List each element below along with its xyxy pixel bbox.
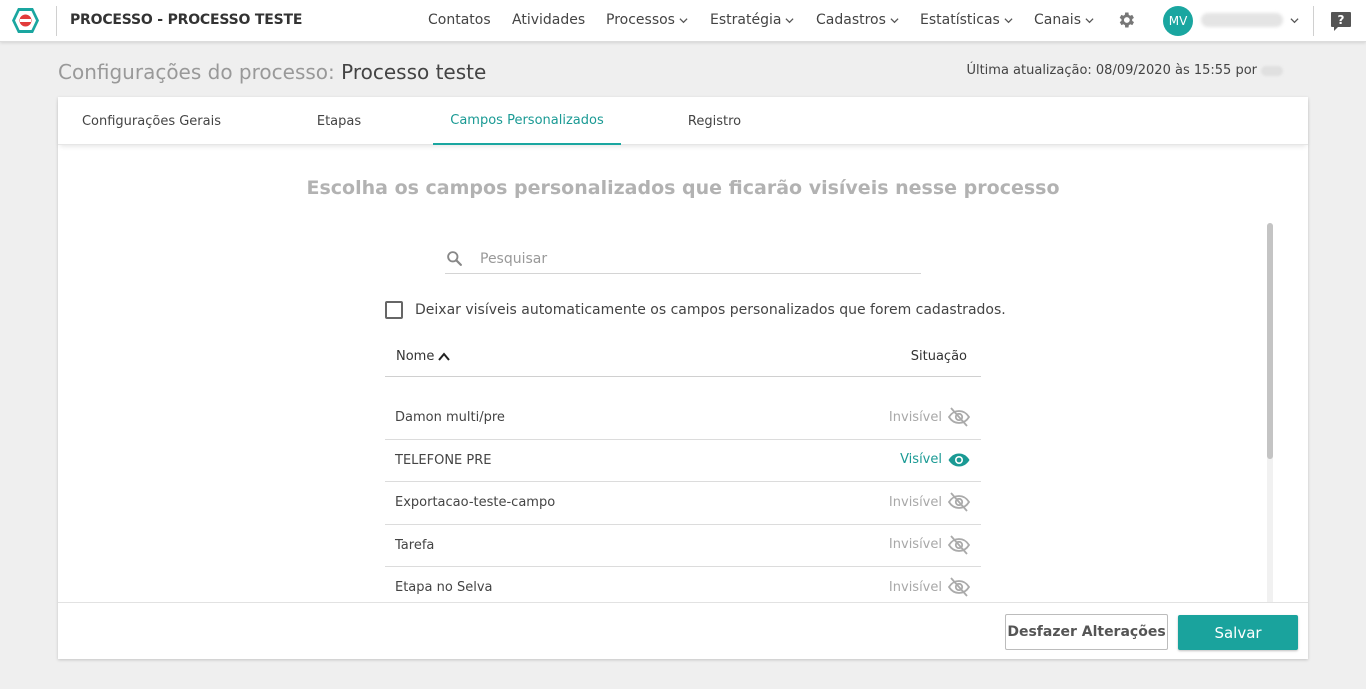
list-header: Nome Situação bbox=[385, 339, 981, 377]
page-title: Configurações do processo: Processo test… bbox=[58, 60, 486, 84]
visibility-status: Invisível bbox=[888, 537, 942, 552]
list-rows: Damon multi/pre Invisível TELEFONE PRE V… bbox=[385, 397, 981, 602]
search-icon bbox=[447, 251, 462, 266]
nav-item-cadastros[interactable]: Cadastros bbox=[816, 12, 899, 28]
scrollbar-thumb[interactable] bbox=[1267, 223, 1273, 459]
topbar-divider bbox=[1313, 6, 1314, 36]
eye-slash-icon bbox=[947, 492, 971, 512]
page-title-process-name: Processo teste bbox=[341, 60, 487, 84]
topbar-divider bbox=[56, 6, 57, 36]
user-menu-chevron-down-icon[interactable] bbox=[1290, 16, 1299, 25]
chevron-down-icon bbox=[785, 17, 794, 23]
user-name-redacted[interactable] bbox=[1201, 13, 1283, 27]
list-item: Tarefa Invisível bbox=[385, 525, 981, 567]
visibility-toggle[interactable]: Invisível bbox=[889, 577, 971, 597]
list-item: Damon multi/pre Invisível bbox=[385, 397, 981, 440]
visibility-status: Invisível bbox=[888, 494, 942, 510]
last-update-user-redacted bbox=[1261, 65, 1283, 76]
nav-item-contatos[interactable]: Contatos bbox=[428, 12, 491, 28]
auto-visible-label[interactable]: Deixar visíveis automaticamente os campo… bbox=[415, 302, 1006, 318]
panel-heading: Escolha os campos personalizados que fic… bbox=[306, 177, 1060, 199]
last-update-text: Última atualização: 08/09/2020 às 15:55 … bbox=[966, 63, 1257, 78]
nav-label: Atividades bbox=[512, 12, 586, 28]
undo-changes-button[interactable]: Desfazer Alterações bbox=[1005, 614, 1168, 650]
field-name: Etapa no Selva bbox=[395, 580, 493, 595]
chevron-down-icon bbox=[679, 17, 688, 23]
visibility-status: Invisível bbox=[888, 409, 942, 425]
nav-item-atividades[interactable]: Atividades bbox=[512, 12, 585, 28]
field-name: Tarefa bbox=[395, 537, 435, 553]
settings-card: Configurações Gerais Etapas Campos Perso… bbox=[58, 97, 1308, 659]
auto-visible-option: Deixar visíveis automaticamente os campo… bbox=[385, 301, 1006, 319]
tab-configuracoes-gerais[interactable]: Configurações Gerais bbox=[58, 97, 245, 145]
user-avatar[interactable]: MV bbox=[1163, 6, 1193, 36]
app-logo-icon[interactable] bbox=[11, 7, 40, 34]
visibility-status: Visível bbox=[900, 452, 942, 467]
nav-item-processos[interactable]: Processos bbox=[606, 12, 688, 28]
field-name: Damon multi/pre bbox=[395, 410, 505, 425]
custom-fields-list: Nome Situação Damon multi/pre Invisível … bbox=[385, 339, 981, 602]
search-input[interactable] bbox=[480, 248, 910, 270]
search-field bbox=[445, 245, 921, 274]
visibility-toggle[interactable]: Visível bbox=[900, 450, 971, 470]
eye-slash-icon bbox=[947, 534, 971, 555]
eye-slash-icon bbox=[947, 577, 971, 597]
column-name-label: Nome bbox=[396, 349, 435, 364]
list-item: Exportacao-teste-campo Invisível bbox=[385, 482, 981, 525]
tab-bar: Configurações Gerais Etapas Campos Perso… bbox=[58, 97, 1308, 145]
list-item: Etapa no Selva Invisível bbox=[385, 567, 981, 602]
card-footer: Desfazer Alterações Salvar bbox=[58, 602, 1308, 659]
tab-campos-personalizados[interactable]: Campos Personalizados bbox=[433, 97, 621, 145]
last-update-info: Última atualização: 08/09/2020 às 15:55 … bbox=[966, 63, 1283, 78]
page-title-prefix: Configurações do processo: bbox=[58, 60, 335, 84]
app-title: PROCESSO - PROCESSO TESTE bbox=[70, 12, 303, 28]
eye-icon bbox=[948, 453, 970, 466]
nav-label: Contatos bbox=[428, 12, 491, 28]
column-header-name[interactable]: Nome bbox=[396, 349, 451, 364]
vertical-scrollbar[interactable] bbox=[1267, 223, 1273, 602]
top-bar: PROCESSO - PROCESSO TESTE Contatos Ativi… bbox=[0, 0, 1366, 42]
tab-etapas[interactable]: Etapas bbox=[245, 97, 433, 145]
nav-label: Estratégia bbox=[710, 12, 782, 28]
nav-label: Estatísticas bbox=[920, 12, 1000, 28]
auto-visible-checkbox[interactable] bbox=[385, 301, 403, 319]
eye-slash-icon bbox=[947, 407, 971, 427]
chevron-down-icon bbox=[1004, 17, 1013, 23]
custom-fields-panel: Escolha os campos personalizados que fic… bbox=[58, 145, 1308, 602]
tab-registro[interactable]: Registro bbox=[621, 97, 808, 145]
gear-icon[interactable] bbox=[1116, 10, 1136, 30]
field-name: TELEFONE PRE bbox=[395, 452, 492, 468]
nav-item-canais[interactable]: Canais bbox=[1034, 12, 1094, 28]
field-name: Exportacao-teste-campo bbox=[395, 495, 556, 510]
sort-ascending-icon bbox=[438, 351, 451, 361]
save-button[interactable]: Salvar bbox=[1178, 615, 1298, 650]
nav-label: Processos bbox=[606, 12, 675, 28]
help-chat-icon[interactable]: ? bbox=[1329, 9, 1353, 33]
column-header-status: Situação bbox=[910, 349, 967, 364]
visibility-toggle[interactable]: Invisível bbox=[889, 407, 971, 427]
list-item: TELEFONE PRE Visível bbox=[385, 440, 981, 482]
visibility-toggle[interactable]: Invisível bbox=[888, 534, 971, 555]
visibility-status: Invisível bbox=[888, 579, 942, 595]
svg-text:?: ? bbox=[1338, 13, 1345, 27]
nav-label: Cadastros bbox=[816, 12, 886, 28]
visibility-toggle[interactable]: Invisível bbox=[889, 492, 971, 512]
chevron-down-icon bbox=[890, 17, 899, 23]
chevron-down-icon bbox=[1085, 17, 1094, 23]
nav-item-estatisticas[interactable]: Estatísticas bbox=[920, 12, 1013, 28]
nav-item-estrategia[interactable]: Estratégia bbox=[710, 12, 794, 28]
nav-label: Canais bbox=[1034, 12, 1081, 28]
